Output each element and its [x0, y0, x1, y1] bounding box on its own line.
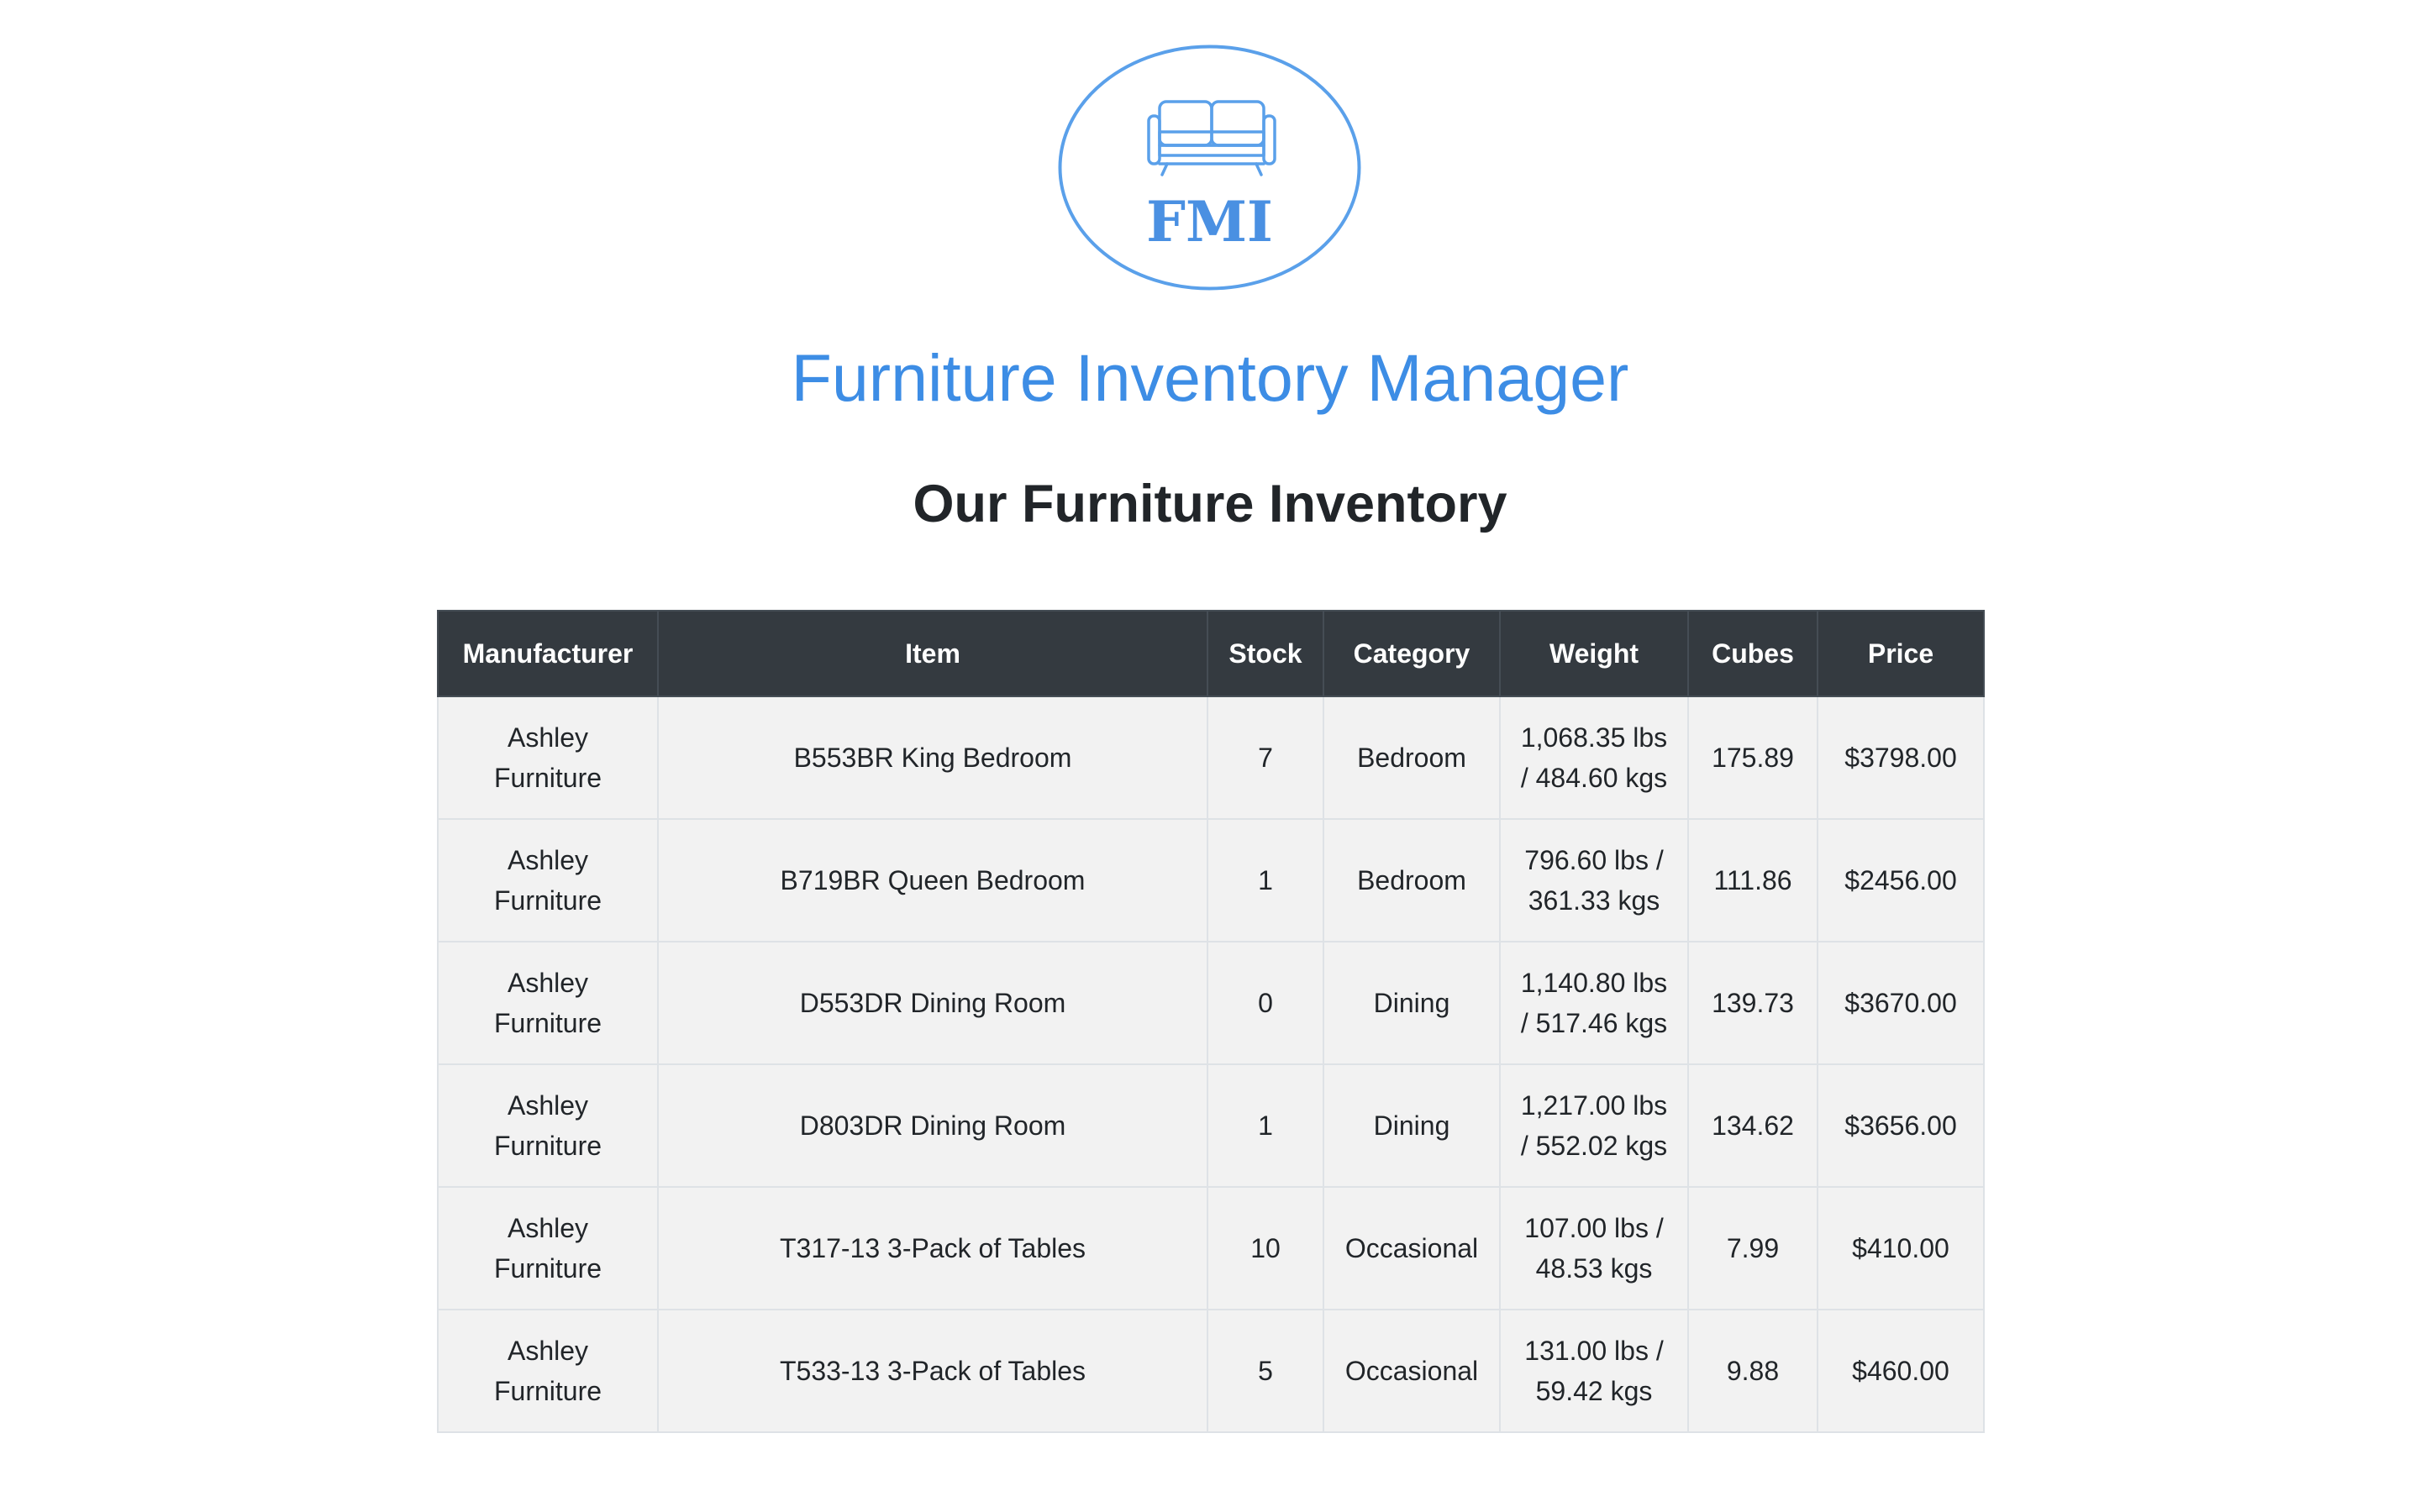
cell-price: $3656.00 — [1817, 1063, 1985, 1188]
table-row: Ashley Furniture D803DR Dining Room 1 Di… — [437, 1063, 1985, 1188]
cell-stock: 10 — [1207, 1186, 1324, 1310]
cell-weight: 1,140.80 lbs / 517.46 kgs — [1499, 941, 1689, 1065]
table-header-row: Manufacturer Item Stock Category Weight … — [437, 610, 1985, 697]
app-title: Furniture Inventory Manager — [791, 340, 1629, 415]
cell-price: $2456.00 — [1817, 818, 1985, 942]
logo-text: FMI — [1146, 189, 1273, 255]
sofa-icon — [1147, 100, 1276, 176]
cell-manufacturer: Ashley Furniture — [437, 941, 659, 1065]
cell-category: Dining — [1323, 1063, 1501, 1188]
cell-cubes: 7.99 — [1687, 1186, 1818, 1310]
cell-weight: 796.60 lbs / 361.33 kgs — [1499, 818, 1689, 942]
table-row: Ashley Furniture T533-13 3-Pack of Table… — [437, 1309, 1985, 1433]
cell-item: D803DR Dining Room — [657, 1063, 1208, 1188]
cell-item: D553DR Dining Room — [657, 941, 1208, 1065]
cell-category: Occasional — [1323, 1186, 1501, 1310]
cell-item: T317-13 3-Pack of Tables — [657, 1186, 1208, 1310]
table-row: Ashley Furniture T317-13 3-Pack of Table… — [437, 1186, 1985, 1310]
cell-manufacturer: Ashley Furniture — [437, 1063, 659, 1188]
page: FMI Furniture Inventory Manager Our Furn… — [0, 0, 2420, 1512]
cell-manufacturer: Ashley Furniture — [437, 696, 659, 820]
cell-cubes: 111.86 — [1687, 818, 1818, 942]
cell-price: $410.00 — [1817, 1186, 1985, 1310]
cell-price: $3670.00 — [1817, 941, 1985, 1065]
table-row: Ashley Furniture B553BR King Bedroom 7 B… — [437, 696, 1985, 820]
cell-manufacturer: Ashley Furniture — [437, 818, 659, 942]
cell-cubes: 139.73 — [1687, 941, 1818, 1065]
column-header-manufacturer[interactable]: Manufacturer — [437, 610, 659, 697]
cell-stock: 1 — [1207, 818, 1324, 942]
cell-weight: 131.00 lbs / 59.42 kgs — [1499, 1309, 1689, 1433]
cell-cubes: 175.89 — [1687, 696, 1818, 820]
column-header-item[interactable]: Item — [657, 610, 1208, 697]
cell-category: Bedroom — [1323, 818, 1501, 942]
cell-weight: 1,217.00 lbs / 552.02 kgs — [1499, 1063, 1689, 1188]
cell-manufacturer: Ashley Furniture — [437, 1186, 659, 1310]
cell-cubes: 134.62 — [1687, 1063, 1818, 1188]
column-header-price[interactable]: Price — [1817, 610, 1985, 697]
cell-item: B553BR King Bedroom — [657, 696, 1208, 820]
column-header-stock[interactable]: Stock — [1207, 610, 1324, 697]
cell-stock: 0 — [1207, 941, 1324, 1065]
page-subtitle: Our Furniture Inventory — [913, 475, 1507, 533]
table-row: Ashley Furniture B719BR Queen Bedroom 1 … — [437, 818, 1985, 942]
column-header-cubes[interactable]: Cubes — [1687, 610, 1818, 697]
cell-price: $460.00 — [1817, 1309, 1985, 1433]
cell-weight: 1,068.35 lbs / 484.60 kgs — [1499, 696, 1689, 820]
cell-category: Occasional — [1323, 1309, 1501, 1433]
cell-stock: 1 — [1207, 1063, 1324, 1188]
inventory-table: Manufacturer Item Stock Category Weight … — [437, 610, 1985, 1433]
cell-category: Dining — [1323, 941, 1501, 1065]
cell-item: B719BR Queen Bedroom — [657, 818, 1208, 942]
cell-cubes: 9.88 — [1687, 1309, 1818, 1433]
column-header-category[interactable]: Category — [1323, 610, 1501, 697]
cell-stock: 7 — [1207, 696, 1324, 820]
cell-category: Bedroom — [1323, 696, 1501, 820]
cell-price: $3798.00 — [1817, 696, 1985, 820]
cell-manufacturer: Ashley Furniture — [437, 1309, 659, 1433]
cell-weight: 107.00 lbs / 48.53 kgs — [1499, 1186, 1689, 1310]
table-row: Ashley Furniture D553DR Dining Room 0 Di… — [437, 941, 1985, 1065]
fmi-logo: FMI — [1058, 45, 1361, 291]
cell-stock: 5 — [1207, 1309, 1324, 1433]
column-header-weight[interactable]: Weight — [1499, 610, 1689, 697]
cell-item: T533-13 3-Pack of Tables — [657, 1309, 1208, 1433]
